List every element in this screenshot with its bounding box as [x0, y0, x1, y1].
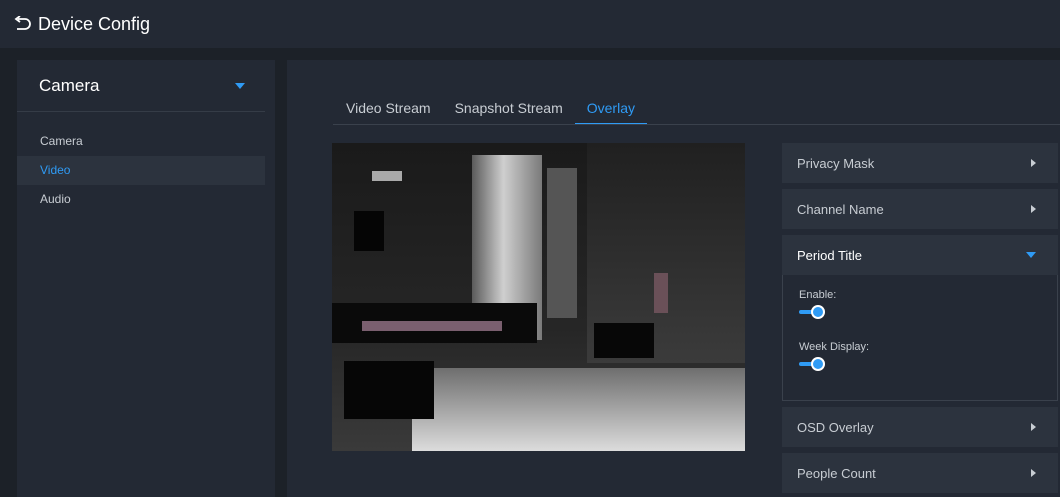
tab-snapshot-stream[interactable]: Snapshot Stream [443, 93, 575, 125]
tab-bar: Video Stream Snapshot Stream Overlay [333, 93, 647, 125]
toggle-knob [811, 357, 825, 371]
video-light [372, 171, 402, 181]
period-title-body: Enable: Week Display: [782, 275, 1058, 401]
accordion-privacy-mask[interactable]: Privacy Mask [782, 143, 1058, 183]
tab-video-stream[interactable]: Video Stream [333, 93, 443, 125]
sidebar-list: Camera Video Audio [17, 127, 275, 214]
privacy-mask-3 [594, 323, 654, 358]
accordion-label: People Count [797, 465, 876, 481]
privacy-mask-4 [344, 361, 434, 419]
sidebar-item-video[interactable]: Video [17, 156, 265, 185]
overlay-panel: Privacy Mask Channel Name Period Title E… [782, 143, 1058, 497]
tab-overlay[interactable]: Overlay [574, 93, 647, 125]
caret-right-icon [1031, 469, 1036, 477]
page-title: Device Config [38, 13, 151, 34]
back-button[interactable]: Device Config [14, 14, 150, 35]
enable-toggle[interactable] [799, 305, 825, 319]
caret-right-icon [1031, 159, 1036, 167]
main-content: Video Stream Snapshot Stream Overlay Pri… [287, 60, 1060, 497]
week-display-toggle[interactable] [799, 357, 825, 371]
week-display-label: Week Display: [799, 341, 870, 353]
caret-right-icon [1031, 205, 1036, 213]
sidebar-item-audio[interactable]: Audio [17, 185, 265, 214]
top-bar: Device Config [0, 0, 1060, 48]
video-preview [332, 143, 745, 451]
caret-down-icon [1026, 252, 1036, 258]
sidebar-section-camera[interactable]: Camera [17, 60, 265, 112]
enable-label: Enable: [799, 289, 837, 301]
accordion-channel-name[interactable]: Channel Name [782, 189, 1058, 229]
accordion-osd-overlay[interactable]: OSD Overlay [782, 407, 1058, 447]
toggle-knob [811, 305, 825, 319]
accordion-label: Privacy Mask [797, 155, 875, 171]
accordion-label: Period Title [797, 247, 863, 263]
accordion-period-title[interactable]: Period Title [782, 235, 1058, 275]
sidebar-section-label: Camera [39, 75, 100, 95]
video-door [547, 168, 577, 318]
caret-down-icon [235, 82, 245, 89]
sidebar: Camera Camera Video Audio [17, 60, 275, 497]
sidebar-item-camera[interactable]: Camera [17, 127, 265, 156]
tab-divider [333, 124, 1060, 125]
accordion-people-count[interactable]: People Count [782, 453, 1058, 493]
accordion-label: Channel Name [797, 201, 884, 217]
privacy-mask-1 [354, 211, 384, 251]
video-pink-side [654, 273, 668, 313]
video-floor [412, 368, 745, 451]
video-pink-band [362, 321, 502, 331]
back-arrow-icon [14, 16, 31, 30]
accordion-label: OSD Overlay [797, 419, 874, 435]
caret-right-icon [1031, 423, 1036, 431]
